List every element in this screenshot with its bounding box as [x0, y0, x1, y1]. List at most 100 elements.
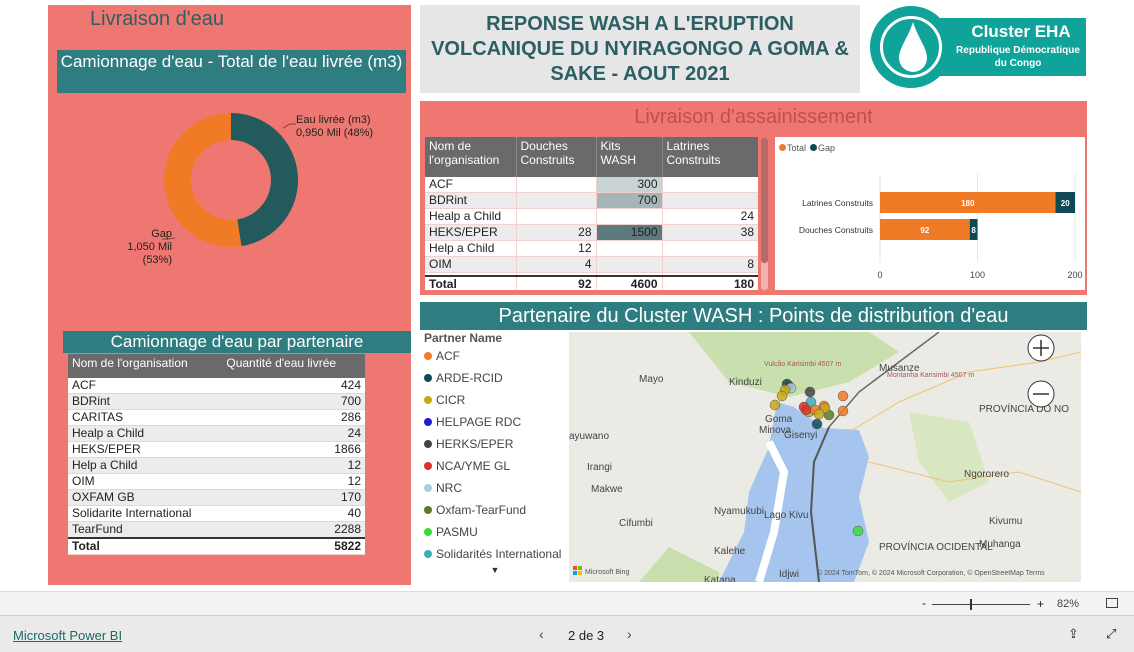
table-row[interactable]: CARITAS 286: [68, 409, 365, 427]
table-row[interactable]: Help a Child 12: [425, 240, 758, 258]
table-row[interactable]: Healp a Child 24: [68, 425, 365, 443]
table-row[interactable]: Healp a Child 24: [425, 208, 758, 226]
distribution-point[interactable]: [852, 525, 864, 537]
table-row[interactable]: HEKS/EPER 1866: [68, 441, 365, 459]
org-name: HEKS/EPER: [68, 441, 223, 459]
col-header[interactable]: Latrines Construits: [661, 137, 758, 177]
legend-scroll-down-icon[interactable]: ▼: [424, 565, 566, 575]
bing-label: Microsoft Bing: [585, 569, 629, 576]
legend-item[interactable]: CICR: [424, 389, 566, 411]
org-name: ACF: [425, 177, 516, 194]
col-header[interactable]: Nom de l'organisation: [68, 354, 223, 378]
water-quantity: 286: [222, 409, 365, 427]
table-row[interactable]: BDRint 700: [68, 393, 365, 411]
zoom-slider[interactable]: [932, 599, 1030, 610]
legend-item[interactable]: Solidarités International: [424, 543, 566, 565]
org-name: Help a Child: [68, 457, 223, 475]
x-tick-label: 0: [877, 270, 882, 280]
legend-item[interactable]: HELPAGE RDC: [424, 411, 566, 433]
zoom-in-button[interactable]: [1027, 334, 1055, 362]
distribution-point[interactable]: [769, 399, 781, 411]
col-header[interactable]: Kits WASH: [595, 137, 662, 177]
fullscreen-icon[interactable]: ⤢: [1106, 626, 1116, 642]
share-icon[interactable]: ⇪: [1068, 626, 1079, 642]
legend-item[interactable]: HERKS/EPER: [424, 433, 566, 455]
table-row[interactable]: ACF 424: [68, 378, 365, 395]
org-name: BDRint: [68, 393, 223, 411]
water-quantity: 170: [222, 489, 365, 507]
map-place-label: Cifumbi: [619, 518, 653, 529]
legend-item[interactable]: Oxfam-TearFund: [424, 499, 566, 521]
map-attribution[interactable]: © 2024 TomTom, © 2024 Microsoft Corporat…: [817, 569, 1045, 577]
org-name: OIM: [425, 256, 516, 274]
org-name: CARITAS: [68, 409, 223, 427]
zoom-in-icon[interactable]: +: [1037, 597, 1044, 611]
legend-item[interactable]: PASMU: [424, 521, 566, 543]
legend-dot-icon: [424, 396, 432, 404]
next-page-icon[interactable]: ›: [627, 626, 632, 642]
table-row[interactable]: OXFAM GB 170: [68, 489, 365, 507]
col-header[interactable]: Nom de l'organisation: [425, 137, 516, 177]
org-name: HEKS/EPER: [425, 224, 516, 242]
water-quantity: 12: [222, 473, 365, 491]
total-row: Total 92 4600 180: [425, 275, 758, 290]
distribution-point[interactable]: [800, 404, 812, 416]
legend-item[interactable]: ACF: [424, 345, 566, 367]
distribution-point[interactable]: [776, 390, 788, 402]
data-label: 92: [920, 226, 929, 235]
map-legend: Partner Name ACF ARDE-RCID CICR HELPAGE RDC…: [424, 331, 566, 575]
category-label: Latrines Construits: [802, 198, 873, 208]
distribution-point[interactable]: [811, 418, 823, 430]
zoom-out-icon[interactable]: -: [922, 596, 926, 610]
map-place-label: Kivumu: [989, 516, 1022, 527]
zoom-out-button[interactable]: [1027, 380, 1055, 408]
donut-slice[interactable]: [164, 113, 242, 247]
power-bi-link[interactable]: Microsoft Power BI: [13, 628, 122, 643]
fit-page-icon[interactable]: [1106, 598, 1118, 608]
cell-value: [595, 208, 662, 226]
table-row[interactable]: OIM 4 8: [425, 256, 758, 274]
distribution-point[interactable]: [837, 390, 849, 402]
legend-item[interactable]: NCA/YME GL: [424, 455, 566, 477]
table-row[interactable]: BDRint 700: [425, 192, 758, 210]
table-row[interactable]: OIM 12: [68, 473, 365, 491]
cell-value: 4: [515, 256, 596, 274]
table-row[interactable]: Solidarite International 40: [68, 505, 365, 523]
data-label: 8: [971, 226, 976, 235]
map[interactable]: Mayo KinduziVulcão Karisimbi 4507 mMontan…: [569, 332, 1081, 582]
legend-dot-icon: [424, 418, 432, 426]
table-row[interactable]: HEKS/EPER 28 1500 38: [425, 224, 758, 242]
footer: Microsoft Power BI ‹ 2 de 3 › ⇪ ⤢: [0, 616, 1134, 652]
total-value: 180: [661, 275, 758, 290]
org-name: BDRint: [425, 192, 516, 210]
cell-value: [661, 240, 758, 258]
total-label: Total: [425, 275, 516, 290]
map-place-label: Gisenyi: [784, 430, 817, 441]
map-place-label: Vulcão Karisimbi 4507 m: [764, 361, 841, 368]
cell-value: [595, 240, 662, 258]
prev-page-icon[interactable]: ‹: [539, 626, 544, 642]
col-header[interactable]: Quantité d'eau livrée: [222, 354, 365, 378]
water-quantity: 1866: [222, 441, 365, 459]
org-name: Healp a Child: [425, 208, 516, 226]
donut-slice[interactable]: [231, 113, 299, 247]
table-row[interactable]: Help a Child 12: [68, 457, 365, 475]
org-name: Healp a Child: [68, 425, 223, 443]
col-header[interactable]: Douches Construits: [515, 137, 596, 177]
legend-dot-icon: [424, 462, 432, 470]
page-title: REPONSE WASH A L'ERUPTION VOLCANIQUE DU …: [420, 5, 860, 93]
legend-item[interactable]: ARDE-RCID: [424, 367, 566, 389]
water-title: Livraison d'eau: [90, 8, 224, 30]
zoom-bar: - + 82%: [0, 591, 1134, 616]
distribution-point[interactable]: [813, 408, 825, 420]
distribution-point[interactable]: [804, 386, 816, 398]
table-scrollbar[interactable]: [761, 138, 768, 290]
map-place-label: Kalehe: [714, 546, 746, 557]
table-row[interactable]: TearFund 2288: [68, 521, 365, 539]
water-quantity: 700: [222, 393, 365, 411]
legend-item[interactable]: NRC: [424, 477, 566, 499]
distribution-point[interactable]: [837, 405, 849, 417]
data-label: 180: [961, 199, 975, 208]
cell-value: [515, 208, 596, 226]
table-row[interactable]: ACF 300: [425, 177, 758, 194]
